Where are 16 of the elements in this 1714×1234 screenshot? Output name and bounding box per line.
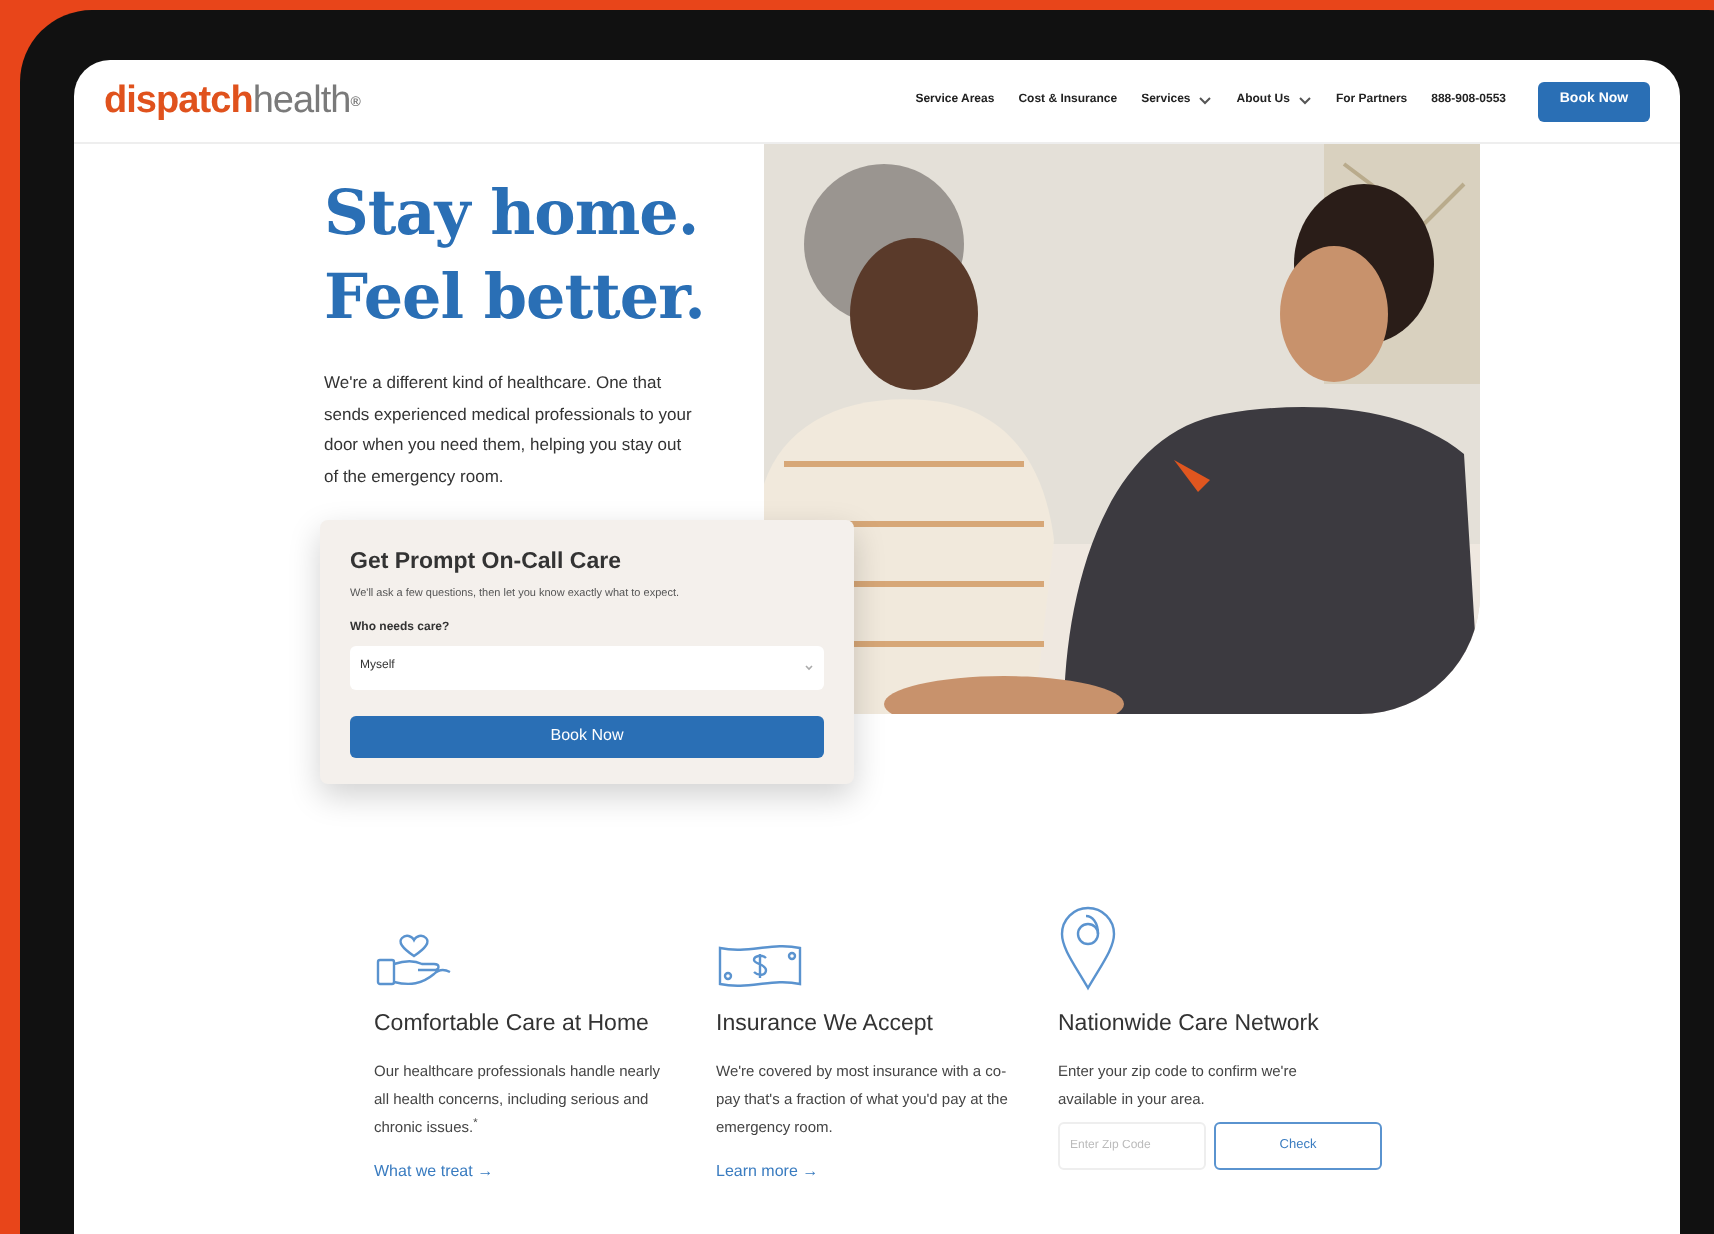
- chevron-down-icon: [804, 663, 814, 671]
- feature-title: Comfortable Care at Home: [374, 1010, 651, 1040]
- hero-description: We're a different kind of healthcare. One that sends experienced medical professionals to your door when you need them, helping you stay out of the emergency room.: [324, 370, 694, 490]
- chevron-down-icon: [1198, 96, 1213, 106]
- banknote-icon: [716, 940, 804, 992]
- feature-link[interactable]: What we treat →: [374, 1160, 716, 1185]
- feature-title: Nationwide Care Network: [1058, 1010, 1321, 1040]
- hero-heading: Stay home.: [324, 176, 701, 254]
- book-now-button[interactable]: Book Now: [350, 715, 824, 757]
- feature-title: Insurance We Accept: [716, 1010, 935, 1040]
- map-pin-icon: [1058, 904, 1118, 992]
- hero-heading: Feel better.: [324, 260, 707, 338]
- logo[interactable]: dispatchhealth$^{®}$: [104, 82, 360, 120]
- chevron-down-icon: [1297, 96, 1312, 106]
- card-title: Get Prompt On-Call Care: [350, 548, 623, 578]
- feature-link[interactable]: Learn more →: [716, 1160, 1058, 1185]
